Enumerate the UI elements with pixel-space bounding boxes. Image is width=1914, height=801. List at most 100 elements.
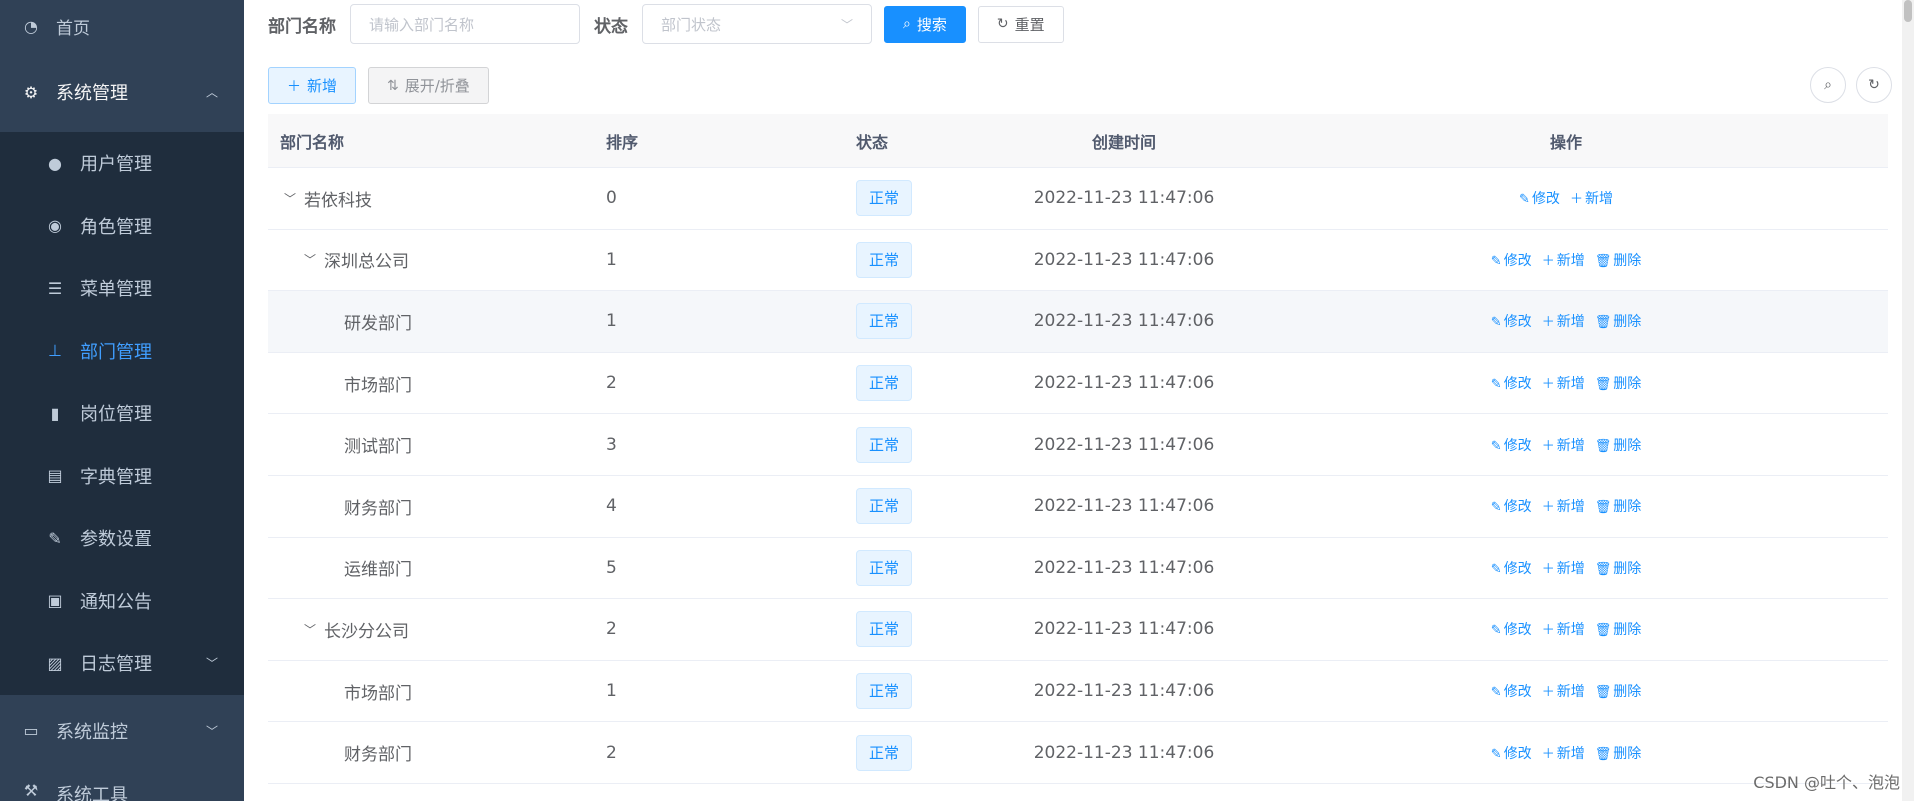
table-row: 研发部门 1 正常 2022-11-23 11:47:06 ✎ 修改 ＋新增 🗑 删除 bbox=[268, 291, 1888, 353]
watermark: CSDN @吐个、泡泡 bbox=[1753, 773, 1900, 792]
dept-name-cell: 测试部门 bbox=[268, 432, 594, 457]
add-child-button[interactable]: ＋新增 bbox=[1542, 743, 1585, 763]
edit-label: 修改 bbox=[1531, 191, 1560, 208]
sort-cell: 2 bbox=[606, 373, 617, 394]
add-button[interactable]: ＋ 新增 bbox=[268, 67, 357, 104]
edit-icon: ✎ bbox=[1490, 685, 1502, 701]
delete-button[interactable]: 🗑 删除 bbox=[1595, 311, 1642, 331]
delete-button[interactable]: 🗑 删除 bbox=[1595, 619, 1642, 639]
expand-icon[interactable]: ﹀ bbox=[280, 190, 300, 207]
reset-button[interactable]: ↻ 重置 bbox=[977, 5, 1064, 43]
ops-cell: ✎ 修改 ＋新增 🗑 删除 bbox=[1244, 619, 1888, 639]
sidebar-group-monitor[interactable]: ▭ 系统监控 ﹀ bbox=[0, 694, 244, 767]
sort-cell: 5 bbox=[606, 557, 617, 578]
edit-icon: ✎ bbox=[1490, 438, 1502, 454]
add-child-button[interactable]: ＋新增 bbox=[1542, 681, 1585, 701]
ops-cell: ✎ 修改 ＋新增 🗑 删除 bbox=[1244, 743, 1888, 763]
dept-name-input[interactable]: 请输入部门名称 bbox=[350, 4, 580, 44]
edit-icon: ✎ bbox=[1490, 500, 1502, 516]
table-row: 财务部门 2 正常 2022-11-23 11:47:06 ✎ 修改 ＋新增 🗑 删除 bbox=[268, 722, 1888, 784]
sidebar-group-system[interactable]: ⚙ 系统管理 ︿ bbox=[0, 52, 244, 132]
sidebar-item-dicts[interactable]: ▤ 字典管理 bbox=[0, 445, 244, 508]
delete-button[interactable]: 🗑 删除 bbox=[1595, 250, 1642, 270]
plus-icon: ＋ bbox=[1541, 253, 1555, 269]
delete-button[interactable]: 🗑 删除 bbox=[1595, 743, 1642, 763]
edit-button[interactable]: ✎ 修改 bbox=[1491, 373, 1532, 393]
dept-name-cell: 市场部门 bbox=[268, 371, 594, 396]
add-child-button[interactable]: ＋新增 bbox=[1570, 188, 1613, 208]
edit-icon: ✎ bbox=[1490, 253, 1502, 269]
sidebar-item-depts[interactable]: ⊥ 部门管理 bbox=[0, 320, 244, 383]
status-badge: 正常 bbox=[856, 241, 913, 278]
expand-icon[interactable]: ﹀ bbox=[300, 621, 320, 638]
sidebar-item-home[interactable]: ◔ 首页 bbox=[0, 0, 244, 52]
peoples-icon: ◉ bbox=[48, 216, 62, 236]
sidebar-item-config[interactable]: ✎ 参数设置 bbox=[0, 507, 244, 570]
plus-icon: ＋ bbox=[1541, 315, 1555, 331]
add-child-button[interactable]: ＋新增 bbox=[1542, 250, 1585, 270]
sidebar-item-label: 部门管理 bbox=[80, 341, 152, 363]
ops-cell: ✎ 修改 ＋新增 🗑 删除 bbox=[1244, 250, 1888, 270]
add-label: 新增 bbox=[1556, 745, 1585, 762]
edit-label: 修改 bbox=[1503, 499, 1532, 516]
sidebar-item-posts[interactable]: ▮ 岗位管理 bbox=[0, 382, 244, 445]
delete-button[interactable]: 🗑 删除 bbox=[1595, 373, 1642, 393]
plus-icon: ＋ bbox=[1541, 561, 1555, 577]
table-row: 市场部门 2 正常 2022-11-23 11:47:06 ✎ 修改 ＋新增 🗑 删除 bbox=[268, 352, 1888, 415]
edit-button[interactable]: ✎ 修改 bbox=[1491, 743, 1532, 763]
header-sort[interactable]: 排序 bbox=[594, 129, 844, 153]
tree-icon: ⊥ bbox=[48, 341, 62, 361]
status-badge: 正常 bbox=[856, 734, 913, 771]
sidebar-item-logs[interactable]: ▨ 日志管理 ﹀ bbox=[0, 632, 244, 695]
trash-icon: 🗑 bbox=[1594, 438, 1612, 454]
delete-button[interactable]: 🗑 删除 bbox=[1595, 558, 1642, 578]
toggle-search-button[interactable]: ⌕ bbox=[1810, 67, 1846, 103]
edit-button[interactable]: ✎ 修改 bbox=[1491, 311, 1532, 331]
plus-icon: ＋ bbox=[1541, 377, 1555, 393]
refresh-button[interactable]: ↻ bbox=[1856, 67, 1892, 103]
edit-label: 修改 bbox=[1503, 560, 1532, 577]
edit-button[interactable]: ✎ 修改 bbox=[1491, 558, 1532, 578]
sidebar-item-notices[interactable]: ▣ 通知公告 bbox=[0, 570, 244, 633]
add-child-button[interactable]: ＋新增 bbox=[1542, 311, 1585, 331]
header-time[interactable]: 创建时间 bbox=[1004, 129, 1244, 153]
sidebar-group-label: 系统监控 bbox=[56, 721, 128, 743]
header-status[interactable]: 状态 bbox=[844, 129, 1004, 153]
sidebar-group-tools[interactable]: ⚒ 系统工具 bbox=[0, 767, 244, 801]
dict-icon: ▤ bbox=[47, 466, 63, 486]
add-child-button[interactable]: ＋新增 bbox=[1542, 619, 1585, 639]
status-badge: 正常 bbox=[856, 611, 913, 648]
edit-button[interactable]: ✎ 修改 bbox=[1491, 435, 1532, 455]
header-name[interactable]: 部门名称 bbox=[268, 129, 594, 153]
add-child-button[interactable]: ＋新增 bbox=[1542, 496, 1585, 516]
add-child-button[interactable]: ＋新增 bbox=[1542, 373, 1585, 393]
edit-icon: ✎ bbox=[48, 528, 62, 548]
expand-toggle-button[interactable]: ⇅ 展开/折叠 bbox=[368, 67, 489, 104]
sort-cell: 1 bbox=[606, 249, 617, 270]
log-icon: ▨ bbox=[47, 653, 63, 673]
plus-icon: ＋ bbox=[1541, 623, 1555, 639]
status-cell: 正常 bbox=[844, 365, 1004, 402]
sidebar-item-menus[interactable]: ☰ 菜单管理 bbox=[0, 257, 244, 320]
scrollbar-thumb[interactable] bbox=[1904, 0, 1912, 22]
add-child-button[interactable]: ＋新增 bbox=[1542, 558, 1585, 578]
edit-icon: ✎ bbox=[1490, 315, 1502, 331]
delete-button[interactable]: 🗑 删除 bbox=[1595, 496, 1642, 516]
add-child-button[interactable]: ＋新增 bbox=[1542, 435, 1585, 455]
sidebar-item-roles[interactable]: ◉ 角色管理 bbox=[0, 195, 244, 258]
edit-button[interactable]: ✎ 修改 bbox=[1491, 681, 1532, 701]
edit-button[interactable]: ✎ 修改 bbox=[1491, 619, 1532, 639]
sidebar-item-users[interactable]: ● 用户管理 bbox=[0, 132, 244, 195]
edit-button[interactable]: ✎ 修改 bbox=[1519, 188, 1560, 208]
status-select[interactable]: 部门状态 ﹀ bbox=[642, 4, 872, 44]
trash-icon: 🗑 bbox=[1594, 253, 1612, 269]
status-cell: 正常 bbox=[844, 611, 1004, 648]
delete-button[interactable]: 🗑 删除 bbox=[1595, 681, 1642, 701]
scrollbar[interactable] bbox=[1902, 0, 1914, 801]
dept-name-placeholder: 请输入部门名称 bbox=[369, 15, 475, 34]
edit-button[interactable]: ✎ 修改 bbox=[1491, 250, 1532, 270]
delete-button[interactable]: 🗑 删除 bbox=[1595, 435, 1642, 455]
expand-icon[interactable]: ﹀ bbox=[300, 251, 320, 268]
search-button[interactable]: ⌕ 搜索 bbox=[884, 5, 966, 43]
edit-button[interactable]: ✎ 修改 bbox=[1491, 496, 1532, 516]
